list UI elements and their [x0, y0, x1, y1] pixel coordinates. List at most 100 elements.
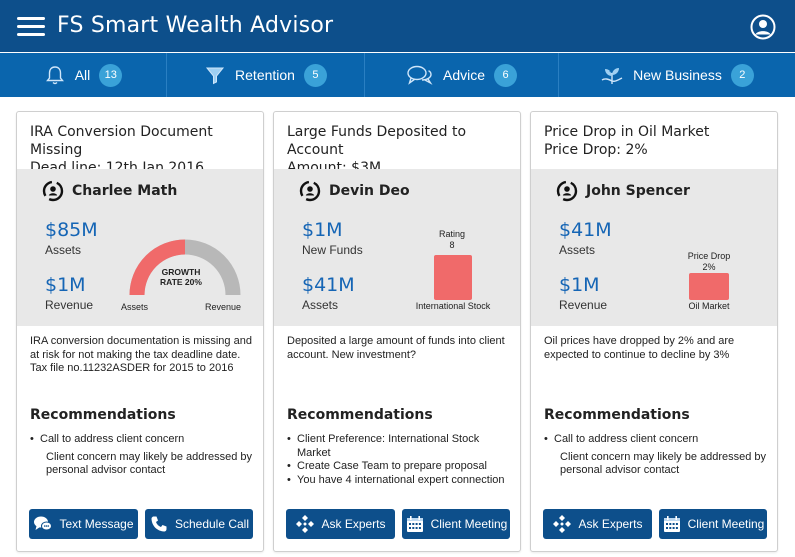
count-badge: 2 — [730, 63, 754, 87]
tab-label: Advice — [442, 67, 486, 83]
bar-top-caption: Price Drop 2% — [681, 251, 737, 273]
user-profile-icon[interactable] — [750, 14, 776, 40]
gauge-right-label: Revenue — [205, 302, 242, 312]
client-header: John Spencer — [556, 180, 690, 202]
network-icon — [553, 515, 572, 533]
bell-icon — [45, 66, 64, 85]
card-description: Deposited a large amount of funds into c… — [287, 335, 505, 361]
card-description: Oil prices have dropped by 2% and are ex… — [544, 335, 735, 361]
alert-card-large-funds: Large Funds Deposited to Account Amount:… — [273, 111, 521, 552]
funnel-icon — [205, 67, 225, 85]
client-meeting-button[interactable]: Client Meeting — [402, 509, 510, 539]
button-label: Client Meeting — [430, 517, 508, 531]
text-message-button[interactable]: Text Message — [29, 509, 138, 539]
gauge-center-text: GROWTH RATE 20% — [153, 267, 209, 287]
recommendations-list: Call to address client concern Client co… — [30, 433, 258, 478]
phone-icon — [151, 516, 167, 532]
bar-top-value: 2% — [702, 262, 716, 272]
tab-advice[interactable]: Advice 6 — [365, 53, 559, 97]
svg-text:$: $ — [609, 67, 613, 74]
recommendations-heading: Recommendations — [30, 407, 176, 423]
card-description: IRA conversion documentation is missing … — [30, 335, 252, 375]
tab-retention[interactable]: Retention 5 — [167, 53, 365, 97]
button-label: Schedule Call — [174, 517, 250, 531]
metric-value: $1M — [302, 219, 343, 241]
card-title: Price Drop in Oil Market Price Drop: 2% — [544, 123, 772, 159]
gauge-text-line2: RATE 20% — [160, 277, 202, 287]
alert-card-ira-conversion: IRA Conversion Document Missing Dead lin… — [16, 111, 264, 552]
rating-bar — [434, 255, 472, 300]
recommendation-item: Call to address client concern — [30, 433, 258, 447]
tab-label: All — [74, 67, 91, 83]
recommendation-item: Client concern may likely be addressed b… — [46, 450, 253, 477]
bar-top-value: 8 — [449, 240, 455, 250]
metric-value: $41M — [559, 219, 612, 241]
price-drop-bar — [689, 273, 729, 300]
bar-top-label: Price Drop — [687, 251, 731, 261]
metric-label: Revenue — [559, 298, 608, 312]
gauge-text-line1: GROWTH — [161, 267, 201, 277]
tab-new-business[interactable]: $ New Business 2 — [559, 53, 795, 97]
card-title-line1: IRA Conversion Document Missing — [30, 124, 213, 158]
client-header: Charlee Math — [42, 180, 177, 202]
client-sync-icon — [556, 180, 578, 202]
metric-value: $1M — [559, 274, 600, 296]
hamburger-menu-icon[interactable] — [17, 17, 45, 37]
card-title-line1: Large Funds Deposited to Account — [287, 124, 467, 158]
tab-all[interactable]: All 13 — [0, 53, 167, 97]
count-badge: 6 — [494, 63, 518, 87]
metric-label: Revenue — [45, 298, 94, 312]
metric-label: Assets — [302, 298, 339, 312]
client-sync-icon — [299, 180, 321, 202]
button-label: Client Meeting — [687, 517, 765, 531]
client-name: John Spencer — [586, 183, 690, 199]
app-title: FS Smart Wealth Advisor — [57, 13, 334, 38]
gauge-left-label: Assets — [121, 302, 149, 312]
bar-top-caption: Rating 8 — [432, 229, 472, 251]
metric-value: $1M — [45, 274, 86, 296]
recommendations-heading: Recommendations — [287, 407, 433, 423]
bar-bottom-label: International Stock — [415, 301, 491, 311]
metric-value: $41M — [302, 274, 355, 296]
count-badge: 5 — [303, 63, 327, 87]
metric-label: Assets — [559, 243, 596, 257]
alert-card-oil-price-drop: Price Drop in Oil Market Price Drop: 2% … — [530, 111, 778, 552]
recommendations-list: Call to address client concern Client co… — [544, 433, 772, 478]
recommendation-item: Client Preference: International Stock M… — [287, 433, 515, 460]
ask-experts-button[interactable]: Ask Experts — [286, 509, 395, 539]
calendar-icon — [406, 516, 423, 532]
recommendation-item: Call to address client concern — [544, 433, 772, 447]
button-label: Ask Experts — [578, 517, 643, 531]
category-tabbar: All 13 Retention 5 Advice 6 $ New Busine… — [0, 53, 795, 97]
card-title-line2: Price Drop: 2% — [544, 142, 648, 158]
client-name: Devin Deo — [329, 183, 410, 199]
client-meeting-button[interactable]: Client Meeting — [659, 509, 767, 539]
recommendation-item: Client concern may likely be addressed b… — [560, 450, 767, 477]
button-label: Text Message — [59, 517, 134, 531]
tab-label: New Business — [633, 67, 722, 83]
tab-label: Retention — [235, 67, 295, 83]
client-summary-panel: Charlee Math $85M Assets $1M Revenue GRO… — [17, 169, 263, 326]
network-icon — [296, 515, 315, 533]
recommendation-item: Create Case Team to prepare proposal — [287, 460, 515, 474]
schedule-call-button[interactable]: Schedule Call — [145, 509, 253, 539]
metric-label: New Funds — [302, 243, 363, 257]
bar-bottom-label: Oil Market — [688, 301, 730, 311]
money-plant-icon: $ — [601, 67, 623, 84]
ask-experts-button[interactable]: Ask Experts — [543, 509, 652, 539]
client-sync-icon — [42, 180, 64, 202]
client-header: Devin Deo — [299, 180, 410, 202]
button-label: Ask Experts — [321, 517, 386, 531]
chat-bubbles-icon — [407, 65, 433, 85]
client-name: Charlee Math — [72, 183, 178, 199]
metric-value: $85M — [45, 219, 98, 241]
metric-label: Assets — [45, 243, 82, 257]
chat-icon — [34, 516, 53, 531]
calendar-icon — [663, 516, 680, 532]
recommendation-item: You have 4 international expert connecti… — [287, 474, 515, 488]
card-title-line1: Price Drop in Oil Market — [544, 124, 710, 140]
app-header: FS Smart Wealth Advisor — [0, 0, 795, 52]
client-summary-panel: Devin Deo $1M New Funds $41M Assets Rati… — [274, 169, 520, 326]
client-summary-panel: John Spencer $41M Assets $1M Revenue Pri… — [531, 169, 777, 326]
count-badge: 13 — [99, 63, 123, 87]
